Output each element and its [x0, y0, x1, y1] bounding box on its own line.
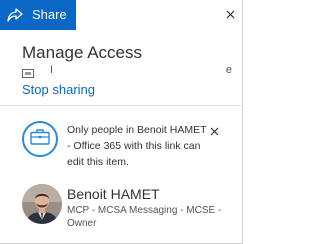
- share-arrow-icon: [6, 6, 24, 24]
- share-panel: Share Manage Access I e Stop sharing Onl…: [0, 0, 243, 244]
- section-divider: [0, 105, 243, 106]
- permission-text-tail: e: [225, 64, 232, 76]
- share-title: Share: [32, 7, 67, 22]
- manage-access-title: Manage Access: [22, 43, 143, 62]
- permission-text: I: [50, 64, 54, 76]
- person-description: MCP - MCSA Messaging - MCSE -: [67, 205, 222, 216]
- info-banner-icon-circle: [22, 121, 58, 157]
- person-name: Benoit HAMET: [67, 186, 160, 202]
- stop-sharing-link[interactable]: Stop sharing: [22, 81, 95, 99]
- close-icon[interactable]: [207, 124, 221, 138]
- info-banner-text: Only people in Benoit HAMET - Office 365…: [67, 124, 207, 168]
- permission-row[interactable]: I e: [22, 63, 232, 78]
- user-avatar[interactable]: [22, 184, 62, 224]
- person-role: Owner: [67, 218, 97, 229]
- briefcase-icon: [30, 128, 50, 150]
- close-icon[interactable]: [223, 7, 237, 21]
- link-permission-icon: [22, 65, 34, 78]
- share-header[interactable]: Share: [0, 0, 76, 30]
